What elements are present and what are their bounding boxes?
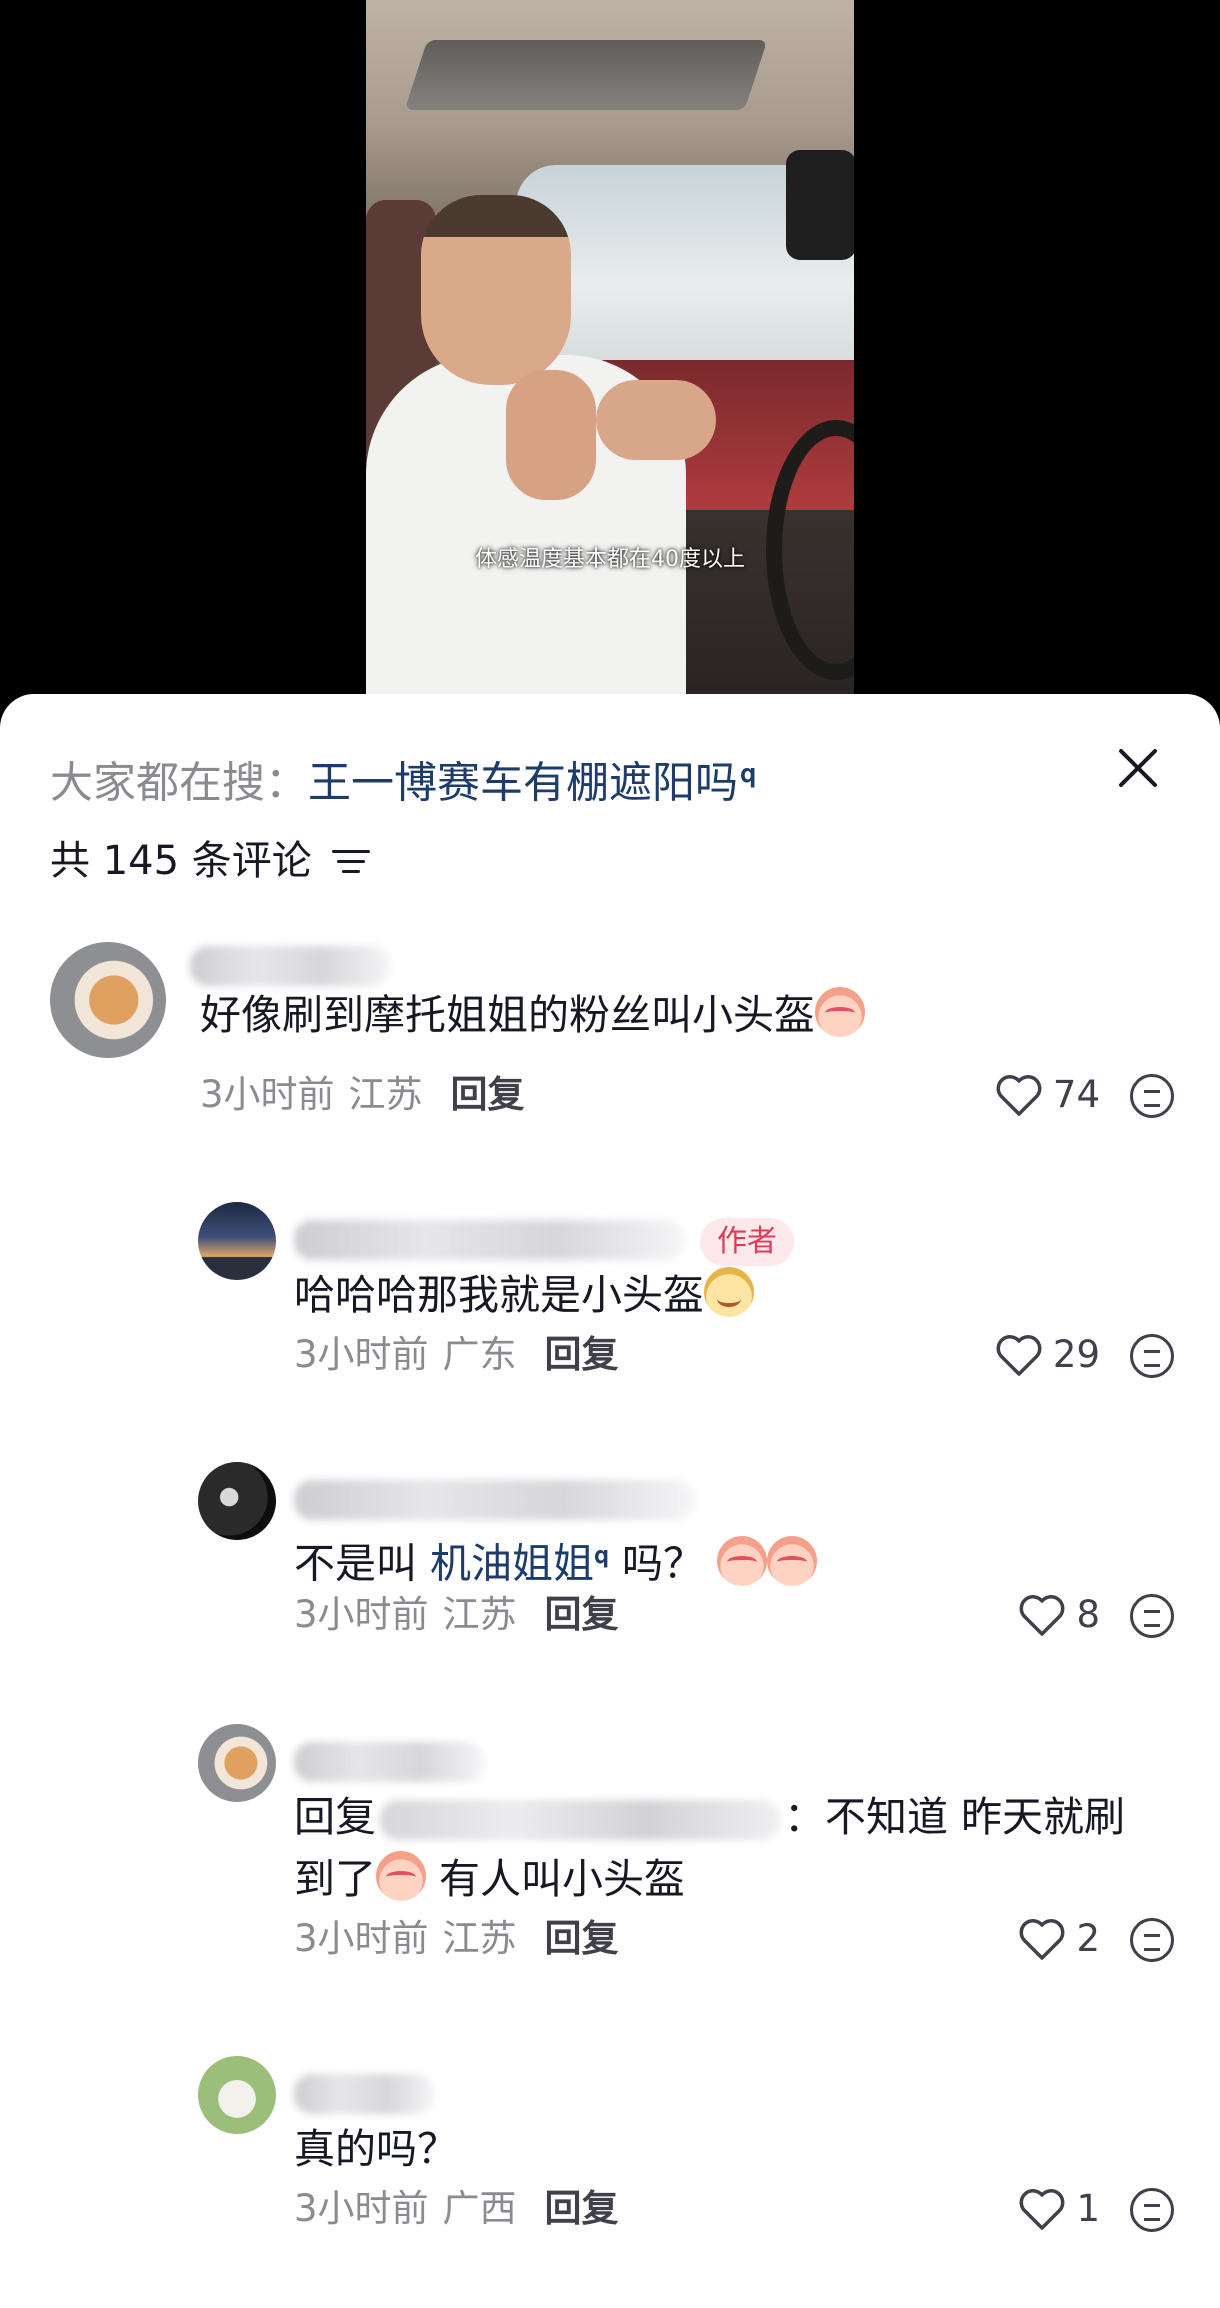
like-count: 74: [1052, 1073, 1100, 1116]
like-button[interactable]: 29: [995, 1330, 1100, 1380]
avatar[interactable]: [198, 1462, 276, 1540]
crying-emoji-icon: [815, 987, 865, 1037]
video-scene-hand: [596, 380, 716, 460]
comment-meta: 3小时前 广东 回复: [294, 1330, 619, 1380]
like-button[interactable]: 74: [995, 1070, 1100, 1120]
comment-location: 广西: [442, 2187, 517, 2230]
video-player[interactable]: 体感温度基本都在40度以上: [0, 0, 1220, 700]
avatar[interactable]: [198, 1724, 276, 1802]
avatar[interactable]: [50, 942, 166, 1058]
avatar[interactable]: [198, 1202, 276, 1280]
video-scene-mirror: [786, 150, 854, 260]
comment-time: 3小时前: [294, 1333, 429, 1376]
comment-text: 哈哈哈那我就是小头盔: [294, 1264, 754, 1326]
comments-sheet: 大家都在搜：王一博赛车有棚遮阳吗𝐪 共 145 条评论 好像刷到摩托姐姐的粉丝叫…: [0, 694, 1220, 2308]
comment-location: 江苏: [348, 1073, 423, 1116]
reply-button[interactable]: 回复: [545, 1917, 619, 1960]
reply-prefix: 回复: [294, 1793, 376, 1841]
crying-emoji-icon: [767, 1535, 818, 1586]
crying-emoji-icon: [376, 1851, 426, 1901]
comment-time: 3小时前: [294, 1593, 429, 1636]
search-hint-icon: 𝐪: [740, 759, 757, 789]
heart-icon: [996, 1075, 1042, 1116]
comment-meta: 3小时前 江苏 回复: [200, 1070, 525, 1120]
comment-meta: 3小时前 江苏 回复: [294, 1590, 619, 1640]
comment-meta: 3小时前 广西 回复: [294, 2184, 619, 2234]
heart-icon: [1020, 1919, 1065, 1960]
dislike-face-icon[interactable]: [1130, 1334, 1174, 1378]
comment-location: 江苏: [442, 1917, 517, 1960]
like-count: 1: [1076, 2187, 1100, 2230]
reply-button[interactable]: 回复: [545, 1333, 619, 1376]
video-subtitle: 体感温度基本都在40度以上: [475, 547, 745, 572]
video-frame[interactable]: 体感温度基本都在40度以上: [366, 0, 854, 694]
author-tag: 作者: [700, 1218, 794, 1266]
comment-time: 3小时前: [294, 1917, 429, 1960]
comment-time: 3小时前: [200, 1073, 335, 1116]
mentioned-user-blurred[interactable]: [380, 1800, 780, 1840]
search-link[interactable]: 机油姐姐: [430, 1540, 594, 1588]
like-button[interactable]: 2: [1018, 1914, 1100, 1964]
comment-meta: 3小时前 江苏 回复: [294, 1914, 619, 1964]
search-hint-icon: 𝐪: [594, 1541, 609, 1569]
heart-icon: [996, 1335, 1042, 1376]
reply-button[interactable]: 回复: [451, 1073, 525, 1116]
dislike-face-icon[interactable]: [1130, 2188, 1174, 2232]
username-blurred[interactable]: [294, 1480, 694, 1520]
hot-search-query[interactable]: 王一博赛车有棚遮阳吗: [308, 758, 738, 808]
like-button[interactable]: 1: [1018, 2184, 1100, 2234]
reply-button[interactable]: 回复: [545, 1593, 619, 1636]
video-scene-person-head: [421, 195, 571, 385]
dislike-face-icon[interactable]: [1130, 1074, 1174, 1118]
heart-icon: [1020, 2189, 1065, 2230]
comment-text: 回复 ：不知道 昨天就刷 到了 有人叫小头盔: [294, 1793, 1126, 1903]
comment-text: 好像刷到摩托姐姐的粉丝叫小头盔: [200, 984, 865, 1046]
username-blurred[interactable]: [294, 1220, 684, 1260]
comment-count-row: 共 145 条评论: [50, 834, 370, 888]
reply-button[interactable]: 回复: [545, 2187, 619, 2230]
smiling-emoji-icon: [704, 1267, 754, 1317]
dislike-face-icon[interactable]: [1130, 1918, 1174, 1962]
avatar[interactable]: [198, 2056, 276, 2134]
like-count: 8: [1076, 1593, 1100, 1636]
hot-search-label: 大家都在搜：: [50, 758, 308, 809]
like-count: 2: [1076, 1917, 1100, 1960]
comment-location: 江苏: [442, 1593, 517, 1636]
crying-emoji-icon: [717, 1535, 768, 1586]
hot-search-bar[interactable]: 大家都在搜：王一博赛车有棚遮阳吗𝐪: [50, 744, 756, 813]
comment-text: 不是叫 机油姐姐𝐪 吗？: [294, 1524, 818, 1595]
video-scene-sunroof: [404, 40, 768, 110]
video-scene-fist: [506, 370, 596, 500]
like-count: 29: [1052, 1333, 1100, 1376]
comment-time: 3小时前: [294, 2187, 429, 2230]
filter-icon[interactable]: [331, 846, 370, 876]
comment-location: 广东: [442, 1333, 517, 1376]
username-blurred[interactable]: [190, 946, 390, 986]
comment-text: 真的吗？: [294, 2125, 458, 2173]
username-blurred[interactable]: [294, 2074, 434, 2114]
dislike-face-icon[interactable]: [1130, 1594, 1174, 1638]
comment-count: 共 145 条评论: [50, 838, 312, 884]
like-button[interactable]: 8: [1018, 1590, 1100, 1640]
username-blurred[interactable]: [294, 1742, 484, 1782]
heart-icon: [1020, 1595, 1065, 1636]
close-icon[interactable]: [1112, 742, 1164, 794]
